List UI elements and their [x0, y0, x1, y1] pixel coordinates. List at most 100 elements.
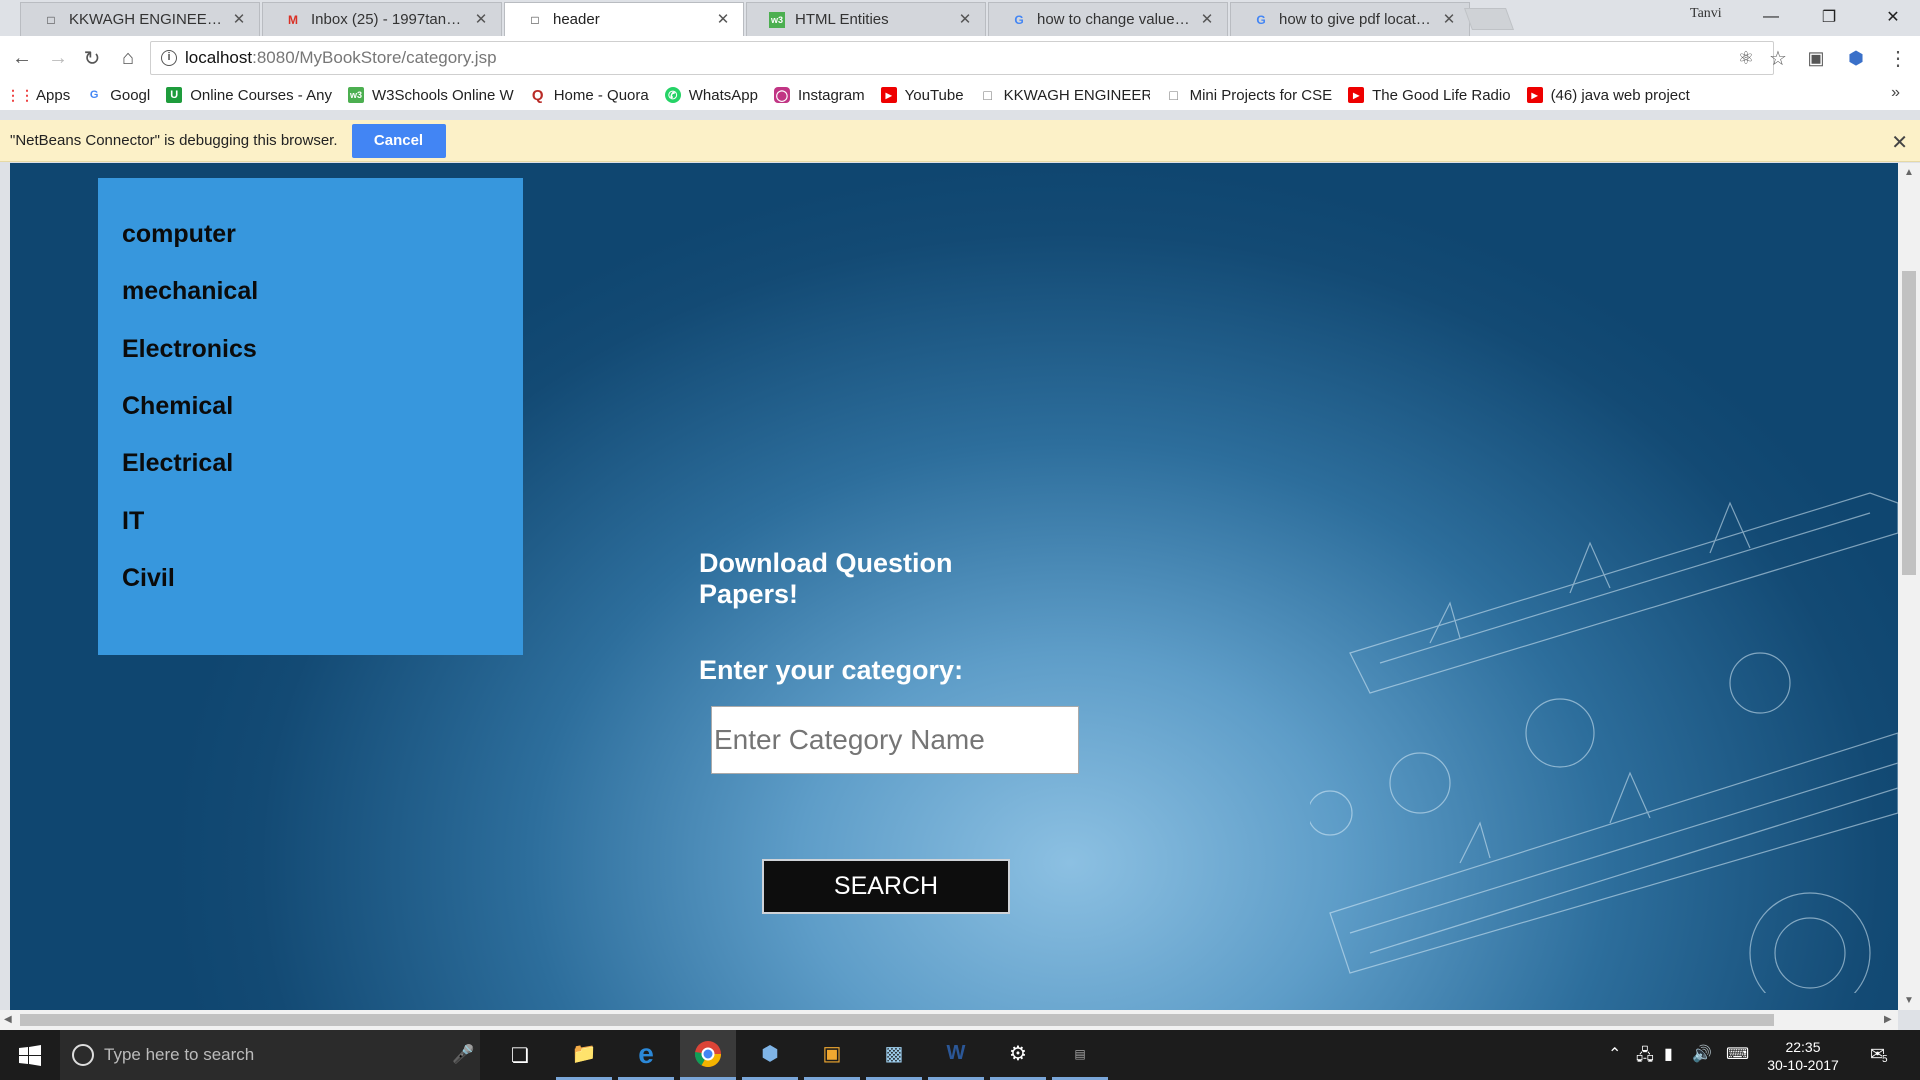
bookmark-quora[interactable]: Q Home - Quora [530, 87, 649, 104]
close-tab-icon[interactable]: ✕ [1441, 11, 1457, 28]
taskbar-clock[interactable]: 22:35 30-10-2017 [1760, 1038, 1846, 1074]
network-icon[interactable]: 🖧 [1636, 1044, 1654, 1071]
horizontal-scrollbar[interactable]: ◀ ▶ [0, 1010, 1898, 1030]
microphone-icon[interactable]: 🎤 [452, 1044, 474, 1065]
vertical-scrollbar[interactable]: ▲ ▼ [1898, 163, 1920, 1010]
url-host: localhost [185, 48, 253, 67]
bookmark-google[interactable]: G Googl [86, 87, 150, 104]
new-tab-button[interactable] [1463, 8, 1515, 30]
chrome-logo-icon [694, 1040, 722, 1067]
bookmark-instagram[interactable]: ◯ Instagram [773, 87, 865, 104]
volume-icon[interactable]: 🔊 [1692, 1044, 1712, 1064]
tab-header[interactable]: □ header ✕ [504, 2, 744, 36]
tab-title: header [553, 11, 600, 28]
minimize-button[interactable]: — [1748, 0, 1794, 34]
scroll-down-icon[interactable]: ▼ [1904, 995, 1914, 1006]
bookmark-kkwagh[interactable]: □ KKWAGH ENGINEERI [980, 87, 1149, 104]
bookmark-youtube[interactable]: ▶ YouTube [880, 86, 964, 104]
bookmark-star-icon[interactable]: ☆ [1764, 44, 1792, 72]
bookmark-udemy[interactable]: U Online Courses - Any [166, 87, 332, 104]
paint-icon[interactable]: ▩ [866, 1030, 922, 1080]
profile-name[interactable]: Tanvi [1690, 6, 1722, 22]
forward-arrow-icon[interactable]: → [44, 44, 72, 72]
tab-title: how to give pdf location [1279, 11, 1433, 28]
page-icon: □ [983, 87, 992, 103]
close-tab-icon[interactable]: ✕ [715, 11, 731, 28]
category-input[interactable] [711, 706, 1079, 774]
menu-kebab-icon[interactable]: ⋮ [1884, 44, 1912, 72]
apps-grid-icon: ⋮⋮ [12, 86, 34, 103]
clock-date: 30-10-2017 [1767, 1057, 1839, 1073]
youtube-icon: ▶ [1526, 87, 1543, 103]
home-icon[interactable]: ⌂ [114, 44, 142, 72]
scroll-up-icon[interactable]: ▲ [1904, 167, 1914, 178]
scroll-right-icon[interactable]: ▶ [1884, 1014, 1892, 1025]
virtualbox-icon[interactable]: ⬢ [742, 1030, 798, 1080]
close-tab-icon[interactable]: ✕ [957, 11, 973, 28]
scroll-left-icon[interactable]: ◀ [4, 1014, 12, 1025]
bookmark-label: Mini Projects for CSE [1189, 86, 1333, 104]
scroll-thumb[interactable] [1902, 271, 1916, 575]
tab-title: KKWAGH ENGINEERING [69, 11, 223, 28]
browser-toolbar: ← → ↻ ⌂ i localhost:8080/MyBookStore/cat… [0, 36, 1920, 80]
tab-google-search-2[interactable]: G how to give pdf location ✕ [1230, 2, 1470, 36]
close-window-button[interactable]: ✕ [1870, 0, 1916, 34]
reload-icon[interactable]: ↻ [78, 44, 106, 72]
search-button[interactable]: SEARCH [762, 859, 1010, 914]
cancel-button[interactable]: Cancel [351, 123, 446, 158]
site-info-icon[interactable]: i [161, 50, 177, 66]
keyboard-icon[interactable]: ⌨ [1726, 1044, 1749, 1064]
task-view-icon[interactable]: ❏ [492, 1030, 548, 1080]
tab-google-search-1[interactable]: G how to change value in n ✕ [988, 2, 1228, 36]
tab-kkwagh[interactable]: □ KKWAGH ENGINEERING ✕ [20, 2, 260, 36]
bookmark-label: WhatsApp [688, 86, 758, 104]
chevron-more-icon[interactable]: » [1891, 84, 1900, 102]
bookmark-label: YouTube [904, 86, 964, 104]
extension-icon[interactable]: ▣ [1802, 44, 1830, 72]
clock-time: 22:35 [1785, 1039, 1821, 1055]
restore-button[interactable]: ❐ [1806, 0, 1852, 34]
gmail-icon: M [288, 12, 298, 27]
youtube-icon: ▶ [1348, 87, 1365, 103]
bookmark-apps[interactable]: ⋮⋮ Apps [12, 87, 70, 104]
tab-html-entities[interactable]: w3 HTML Entities ✕ [746, 2, 986, 36]
taskbar-search-box[interactable]: Type here to search 🎤 [60, 1030, 480, 1080]
word-icon[interactable]: W [928, 1030, 984, 1080]
close-tab-icon[interactable]: ✕ [231, 11, 247, 28]
page-content: computer mechanical Electronics Chemical… [10, 163, 1898, 1010]
bookmark-label: Home - Quora [553, 86, 649, 104]
extension-cube-icon[interactable]: ⬢ [1842, 44, 1870, 72]
close-tab-icon[interactable]: ✕ [1199, 11, 1215, 28]
cortana-icon [72, 1044, 94, 1066]
taskbar-search-placeholder: Type here to search [104, 1045, 255, 1064]
close-icon[interactable]: ✕ [1891, 130, 1908, 155]
address-bar[interactable]: i localhost:8080/MyBookStore/category.js… [150, 41, 1774, 75]
tab-title: Inbox (25) - 1997tanvicjo [311, 11, 465, 28]
bookmark-whatsapp[interactable]: ✆ WhatsApp [664, 86, 758, 104]
netbeans-icon[interactable]: ▣ [804, 1030, 860, 1080]
bookmark-good-life-radio[interactable]: ▶ The Good Life Radio [1348, 87, 1511, 104]
bookmark-mini-projects[interactable]: □ Mini Projects for CSE [1166, 86, 1333, 104]
windows-start-icon[interactable] [18, 1044, 42, 1068]
edge-icon[interactable]: e [618, 1030, 674, 1080]
bookmark-w3schools[interactable]: w3 W3Schools Online W [347, 86, 514, 104]
notifications-icon[interactable]: ✉ 5 [1870, 1044, 1888, 1065]
w3schools-icon: w3 [347, 87, 364, 103]
chevron-up-icon[interactable]: ⌃ [1608, 1044, 1621, 1064]
key-icon[interactable]: ⚛ [1732, 44, 1760, 72]
mysql-console-icon[interactable]: ▤ [1052, 1030, 1108, 1080]
tab-inbox[interactable]: M Inbox (25) - 1997tanvicjo ✕ [262, 2, 502, 36]
battery-icon[interactable]: ▮ [1664, 1044, 1673, 1064]
close-tab-icon[interactable]: ✕ [473, 11, 489, 28]
file-explorer-icon[interactable]: 📁 [556, 1030, 612, 1080]
google-icon: G [89, 89, 99, 101]
settings-gear-icon[interactable]: ⚙ [990, 1030, 1046, 1080]
back-arrow-icon[interactable]: ← [8, 44, 36, 72]
debug-infobar: "NetBeans Connector" is debugging this b… [0, 120, 1920, 162]
bookmark-label: Online Courses - Any [190, 86, 332, 104]
bookmark-java-web-project[interactable]: ▶ (46) java web project [1526, 87, 1690, 104]
chrome-icon[interactable] [680, 1030, 736, 1080]
scroll-thumb[interactable] [20, 1014, 1774, 1026]
bookmark-label: W3Schools Online W [371, 86, 514, 104]
tab-title: how to change value in n [1037, 11, 1191, 28]
